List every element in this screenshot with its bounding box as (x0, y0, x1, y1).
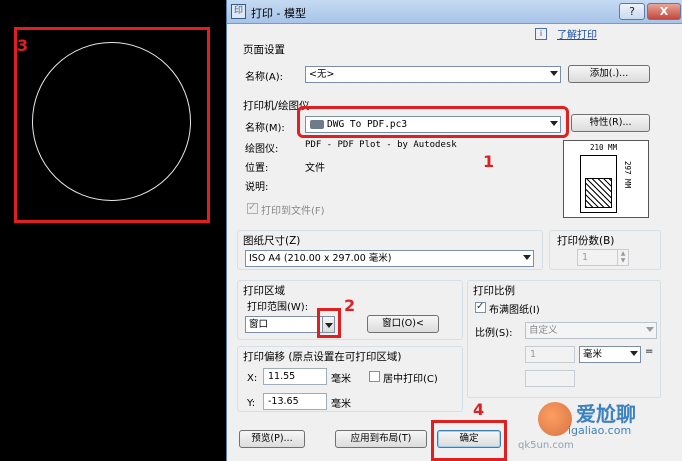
scale-ratio-select[interactable]: 自定义 (525, 322, 657, 339)
offset-y-unit: 毫米 (331, 399, 351, 410)
center-plot-label: 居中打印(C) (383, 374, 438, 385)
apply-to-layout-button[interactable]: 应用到布局(T) (335, 430, 427, 448)
plot-range-label: 打印范围(W): (247, 302, 309, 313)
chevron-down-icon (630, 351, 638, 356)
annotation-1: 1 (483, 152, 495, 171)
page-setup-name-select[interactable]: <无> (305, 66, 561, 83)
watermark-url: igaliao.com (568, 424, 632, 437)
print-to-file-label: 打印到文件(F) (261, 206, 325, 217)
plot-range-highlight (317, 308, 341, 338)
fit-to-paper-label: 布满图纸(I) (489, 305, 540, 316)
help-button[interactable]: ? (619, 3, 645, 20)
printer-properties-button[interactable]: 特性(R)... (571, 114, 650, 132)
offset-x-label: X: (247, 373, 258, 384)
plot-offset-heading: 打印偏移 (原点设置在可打印区域) (243, 351, 402, 363)
preview-button[interactable]: 预览(P)... (239, 430, 305, 448)
scale-equals: = (645, 346, 654, 357)
plot-area-heading: 打印区域 (243, 285, 285, 297)
annotation-2: 2 (344, 296, 356, 315)
page-setup-name-value: <无> (309, 69, 335, 80)
copies-spinner[interactable]: ▲ ▼ (617, 250, 628, 265)
page-setup-name-label: 名称(A): (245, 72, 284, 83)
location-label: 位置: (245, 163, 269, 174)
ok-button-highlight (431, 420, 507, 461)
watermark-logo-icon (538, 402, 572, 436)
chevron-down-icon (646, 327, 654, 332)
print-app-icon: 印 (231, 4, 246, 19)
print-dialog: 印 打印 - 模型 ? X i 了解打印 页面设置 名称(A): <无> 添加(… (226, 0, 682, 461)
watermark-corner: qk5un.com (518, 440, 574, 451)
watermark: 爱尬聊 igaliao.com (528, 398, 660, 444)
preview-height: 297 MM (623, 161, 632, 189)
preview-page (580, 155, 617, 213)
plot-range-value: 窗口 (249, 319, 269, 330)
offset-y-input[interactable]: -13.65 (263, 393, 327, 410)
watermark-text: 爱尬聊 (576, 402, 636, 426)
printer-name-label: 名称(M): (245, 123, 285, 134)
plotter-value: PDF - PDF Plot - by Autodesk (305, 140, 457, 150)
paper-size-value: ISO A4 (210.00 x 297.00 毫米) (249, 253, 392, 264)
window-pick-button[interactable]: 窗口(O)< (367, 315, 439, 333)
chevron-down-icon (523, 255, 531, 260)
scale-ratio-label: 比例(S): (475, 328, 513, 339)
fit-to-paper-checkbox[interactable] (475, 301, 486, 313)
drawn-circle (32, 42, 191, 201)
scale-unit-value: 毫米 (583, 349, 603, 360)
copies-heading: 打印份数(B) (557, 235, 615, 247)
preview-width: 210 MM (590, 143, 618, 152)
preview-print-area (585, 178, 612, 208)
annotation-3: 3 (17, 36, 29, 55)
offset-y-label: Y: (247, 398, 256, 409)
center-plot-checkbox[interactable] (369, 371, 380, 382)
paper-size-heading: 图纸尺寸(Z) (243, 235, 301, 247)
plotter-label: 绘图仪: (245, 144, 279, 155)
title-bar: 印 打印 - 模型 ? X (227, 0, 682, 24)
cad-viewport[interactable]: 3 (0, 0, 226, 461)
info-icon: i (535, 28, 547, 40)
scale-second-input[interactable] (525, 370, 575, 387)
learn-print-link[interactable]: 了解打印 (557, 26, 597, 41)
printer-highlight (297, 106, 569, 138)
add-page-setup-button[interactable]: 添加(.)... (568, 65, 650, 83)
scale-value-input[interactable]: 1 (525, 346, 575, 363)
plot-scale-heading: 打印比例 (473, 285, 515, 297)
offset-x-unit: 毫米 (331, 374, 351, 385)
offset-x-input[interactable]: 11.55 (263, 368, 327, 385)
chevron-down-icon (550, 71, 558, 76)
annotation-4: 4 (473, 400, 485, 419)
paper-preview: 210 MM 297 MM (563, 140, 649, 218)
window-title: 打印 - 模型 (251, 7, 306, 20)
print-to-file-checkbox[interactable] (247, 202, 258, 214)
close-button[interactable]: X (647, 3, 681, 20)
description-label: 说明: (245, 182, 269, 193)
page-setup-heading: 页面设置 (243, 44, 285, 56)
scale-ratio-value: 自定义 (529, 325, 558, 336)
scale-unit-select[interactable]: 毫米 (579, 346, 641, 363)
paper-size-select[interactable]: ISO A4 (210.00 x 297.00 毫米) (245, 250, 534, 267)
location-value: 文件 (305, 163, 325, 174)
